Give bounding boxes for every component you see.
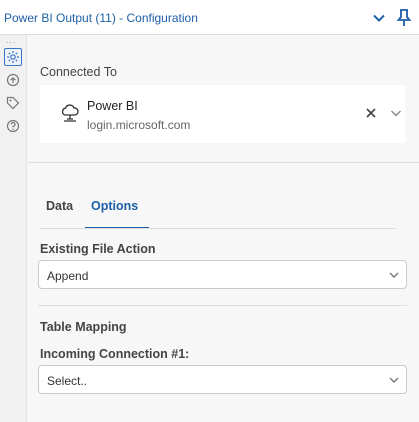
section-divider <box>38 305 407 306</box>
chevron-down-icon <box>389 272 399 278</box>
gear-icon[interactable] <box>4 48 22 66</box>
connection-service: Power BI <box>87 99 138 113</box>
configuration-content: Connected To Power BI login.microsoft.co… <box>28 35 419 422</box>
pin-icon[interactable] <box>396 9 412 27</box>
close-icon[interactable] <box>366 108 376 118</box>
help-icon[interactable] <box>4 117 22 135</box>
tab-options-label: Options <box>91 199 139 213</box>
select-value: Append <box>47 269 89 283</box>
section-divider <box>28 162 419 163</box>
existing-file-action-select[interactable]: Append <box>38 260 407 289</box>
tab-data-label: Data <box>46 199 74 213</box>
connections-icon[interactable] <box>4 71 22 89</box>
table-mapping-label: Table Mapping <box>40 320 127 334</box>
tag-icon[interactable] <box>4 94 22 112</box>
chevron-down-icon[interactable] <box>390 108 402 118</box>
connection-card[interactable]: Power BI login.microsoft.com <box>40 85 405 143</box>
incoming-connection-label: Incoming Connection #1: <box>40 347 190 361</box>
chevron-down-icon[interactable] <box>372 11 386 25</box>
tool-rail: ... <box>0 35 27 422</box>
tab-data[interactable]: Data <box>40 198 84 229</box>
chevron-down-icon <box>389 377 399 383</box>
overflow-dots[interactable]: ... <box>6 35 17 45</box>
tab-underline <box>40 228 396 229</box>
panel-titlebar: Power BI Output (11) - Configuration <box>0 0 419 35</box>
cloud-connection-icon <box>61 104 79 122</box>
tab-options[interactable]: Options <box>85 198 149 229</box>
connection-account: login.microsoft.com <box>87 118 191 132</box>
panel-title: Power BI Output (11) - Configuration <box>4 11 198 25</box>
incoming-connection-select[interactable]: Select.. <box>38 365 407 394</box>
select-placeholder: Select.. <box>47 374 88 388</box>
tab-bar: Data Options <box>40 198 396 229</box>
connected-to-label: Connected To <box>40 65 117 79</box>
existing-file-action-label: Existing File Action <box>40 242 156 256</box>
